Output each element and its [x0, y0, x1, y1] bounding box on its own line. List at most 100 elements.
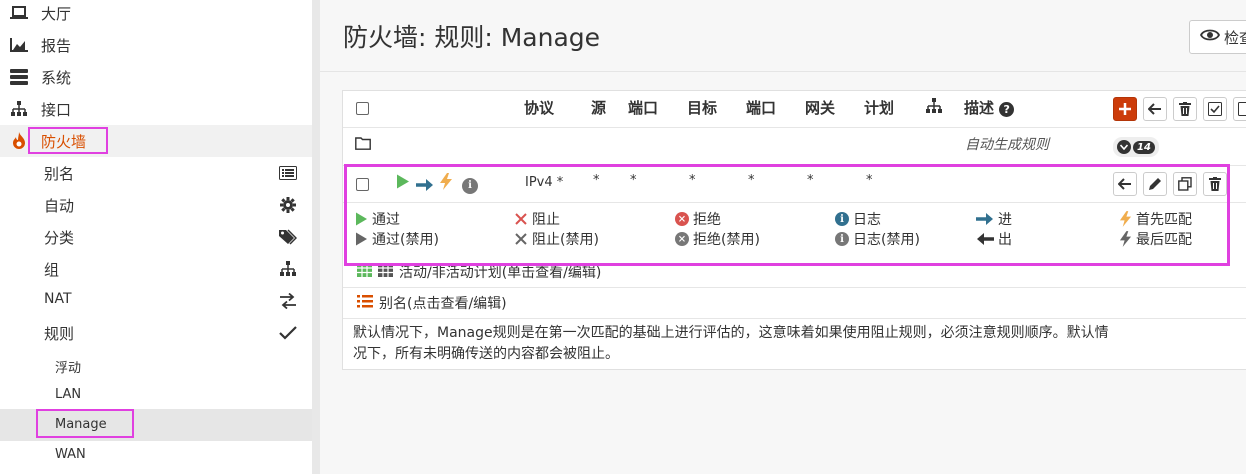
in-arrow-icon: [416, 176, 434, 195]
sidebar-item-categories[interactable]: 分类: [0, 221, 312, 253]
folder-icon[interactable]: [355, 135, 371, 154]
server-icon: [9, 69, 29, 85]
inspect-button[interactable]: 检查: [1189, 20, 1246, 54]
sidebar-item-label: Manage: [55, 417, 107, 432]
page-title: 防火墙: 规则: Manage: [343, 23, 601, 52]
list-icon: [278, 164, 298, 182]
col-source-port: 端口: [628, 99, 659, 117]
schedule-legend: 活动/非活动计划(单击查看/编辑): [357, 262, 601, 282]
col-destination: 目标: [687, 99, 718, 117]
rule-delete-button[interactable]: [1203, 172, 1227, 196]
sitemap-icon: [278, 260, 298, 278]
row-divider: [343, 202, 1246, 203]
col-description-label: 描述: [964, 99, 995, 117]
legend-reject-disabled: × 拒绝(禁用): [675, 229, 760, 249]
sidebar-item-wan[interactable]: WAN: [0, 439, 312, 471]
gear-icon: [278, 196, 298, 214]
select-all-checkbox[interactable]: [356, 102, 369, 115]
legend-out: 出: [976, 229, 1012, 249]
tags-icon: [278, 228, 298, 246]
sidebar-item-lobby[interactable]: 大厅: [0, 0, 312, 29]
row-divider: [343, 318, 1246, 319]
sidebar-item-label: 别名: [44, 165, 75, 183]
sidebar-item-label: 浮动: [55, 361, 82, 376]
sidebar-item-label: 报告: [41, 37, 72, 55]
col-gateway: 网关: [805, 99, 836, 117]
main-content: 防火墙: 规则: Manage 检查 协议 源 端口 目标 端口 网关 计划 描…: [320, 0, 1246, 474]
block-disabled-icon: [514, 232, 528, 246]
trash-icon: [1179, 102, 1191, 116]
sidebar-item-nat[interactable]: NAT: [0, 285, 312, 317]
enable-button[interactable]: [1203, 97, 1227, 121]
auto-rules-count: 14: [1133, 140, 1155, 154]
note-line-2: 况下，所有未明确传送的内容都会被阻止。: [353, 346, 619, 362]
legend-last-match: 最后匹配: [1118, 229, 1192, 249]
plus-icon: [1119, 103, 1131, 115]
add-rule-button[interactable]: [1113, 97, 1137, 121]
calendar-inactive-icon: [378, 263, 393, 281]
reject-disabled-icon: ×: [675, 232, 689, 246]
inspect-label: 检查: [1224, 28, 1246, 47]
sidebar-item-rules[interactable]: 规则: [0, 317, 312, 349]
rule-checkbox[interactable]: [356, 178, 369, 191]
sidebar-item-label: NAT: [44, 291, 72, 307]
sidebar-item-label: 接口: [41, 101, 72, 119]
legend-pass: 通过: [354, 209, 400, 229]
col-description: 描述 ?: [964, 97, 1015, 118]
sidebar-item-system[interactable]: 系统: [0, 61, 312, 93]
auto-rule-description: 自动生成规则: [965, 137, 1049, 153]
arrow-left-icon: [1148, 103, 1161, 115]
auto-rules-toggle[interactable]: 14: [1113, 137, 1159, 157]
eye-icon: [1199, 28, 1221, 46]
rule-edit-button[interactable]: [1143, 172, 1167, 196]
sidebar-item-label: 组: [44, 261, 60, 279]
move-button[interactable]: [1143, 97, 1167, 121]
first-match-icon: [439, 173, 453, 194]
sidebar-item-manage[interactable]: Manage: [0, 409, 312, 441]
legend-in: 进: [976, 209, 1012, 229]
sidebar-item-reports[interactable]: 报告: [0, 29, 312, 61]
info-icon[interactable]: i: [462, 173, 478, 194]
sidebar-item-lan[interactable]: LAN: [0, 379, 312, 411]
trash-icon: [1209, 177, 1221, 191]
page-header: 防火墙: 规则: Manage 检查: [320, 0, 1246, 72]
clone-icon: [1178, 177, 1192, 191]
log-icon: i: [835, 212, 849, 226]
rule-gateway: *: [807, 173, 814, 188]
alias-legend-text: 别名(点击查看/编辑): [379, 296, 507, 312]
sidebar-item-aliases[interactable]: 别名: [0, 157, 312, 189]
rule-clone-button[interactable]: [1173, 172, 1197, 196]
out-arrow-icon: [976, 232, 994, 246]
legend-log-disabled: i 日志(禁用): [835, 229, 920, 249]
sidebar-item-firewall[interactable]: 防火墙: [0, 125, 312, 157]
rule-dest-port: *: [748, 173, 755, 188]
sidebar-item-label: 防火墙: [41, 133, 87, 151]
note-line-1: 默认情况下，Manage规则是在第一次匹配的基础上进行评估的，这意味着如果使用阻…: [353, 325, 1109, 341]
sidebar-item-label: 分类: [44, 229, 75, 247]
sidebar-item-floating[interactable]: 浮动: [0, 349, 312, 381]
row-divider: [343, 165, 1246, 166]
rule-move-button[interactable]: [1113, 172, 1137, 196]
sidebar-item-groups[interactable]: 组: [0, 253, 312, 285]
check-icon: [278, 324, 298, 342]
delete-button[interactable]: [1173, 97, 1197, 121]
alias-legend: 别名(点击查看/编辑): [357, 293, 507, 313]
sidebar-item-interfaces[interactable]: 接口: [0, 93, 312, 125]
list-icon: [357, 294, 373, 312]
help-icon[interactable]: ?: [999, 102, 1015, 117]
log-disabled-icon: i: [835, 232, 849, 246]
sidebar: 大厅 报告 系统 接口 防火墙 别名 自动 分类 组 NAT 规则 浮动 LAN…: [0, 0, 312, 474]
disable-button[interactable]: [1233, 97, 1246, 121]
sidebar-item-automation[interactable]: 自动: [0, 189, 312, 221]
exchange-icon: [278, 292, 298, 310]
sidebar-item-label: 系统: [41, 69, 72, 87]
sidebar-scrollbar[interactable]: [312, 0, 320, 474]
legend-log: i 日志: [835, 209, 881, 229]
sidebar-item-label: 大厅: [41, 5, 72, 23]
pass-icon[interactable]: [396, 174, 410, 193]
checkbox-checked-icon: [1208, 102, 1222, 116]
rule-source-port: *: [630, 173, 637, 188]
col-schedule: 计划: [864, 99, 895, 117]
sidebar-item-label: 规则: [44, 325, 75, 343]
legend-block: 阻止: [514, 209, 560, 229]
